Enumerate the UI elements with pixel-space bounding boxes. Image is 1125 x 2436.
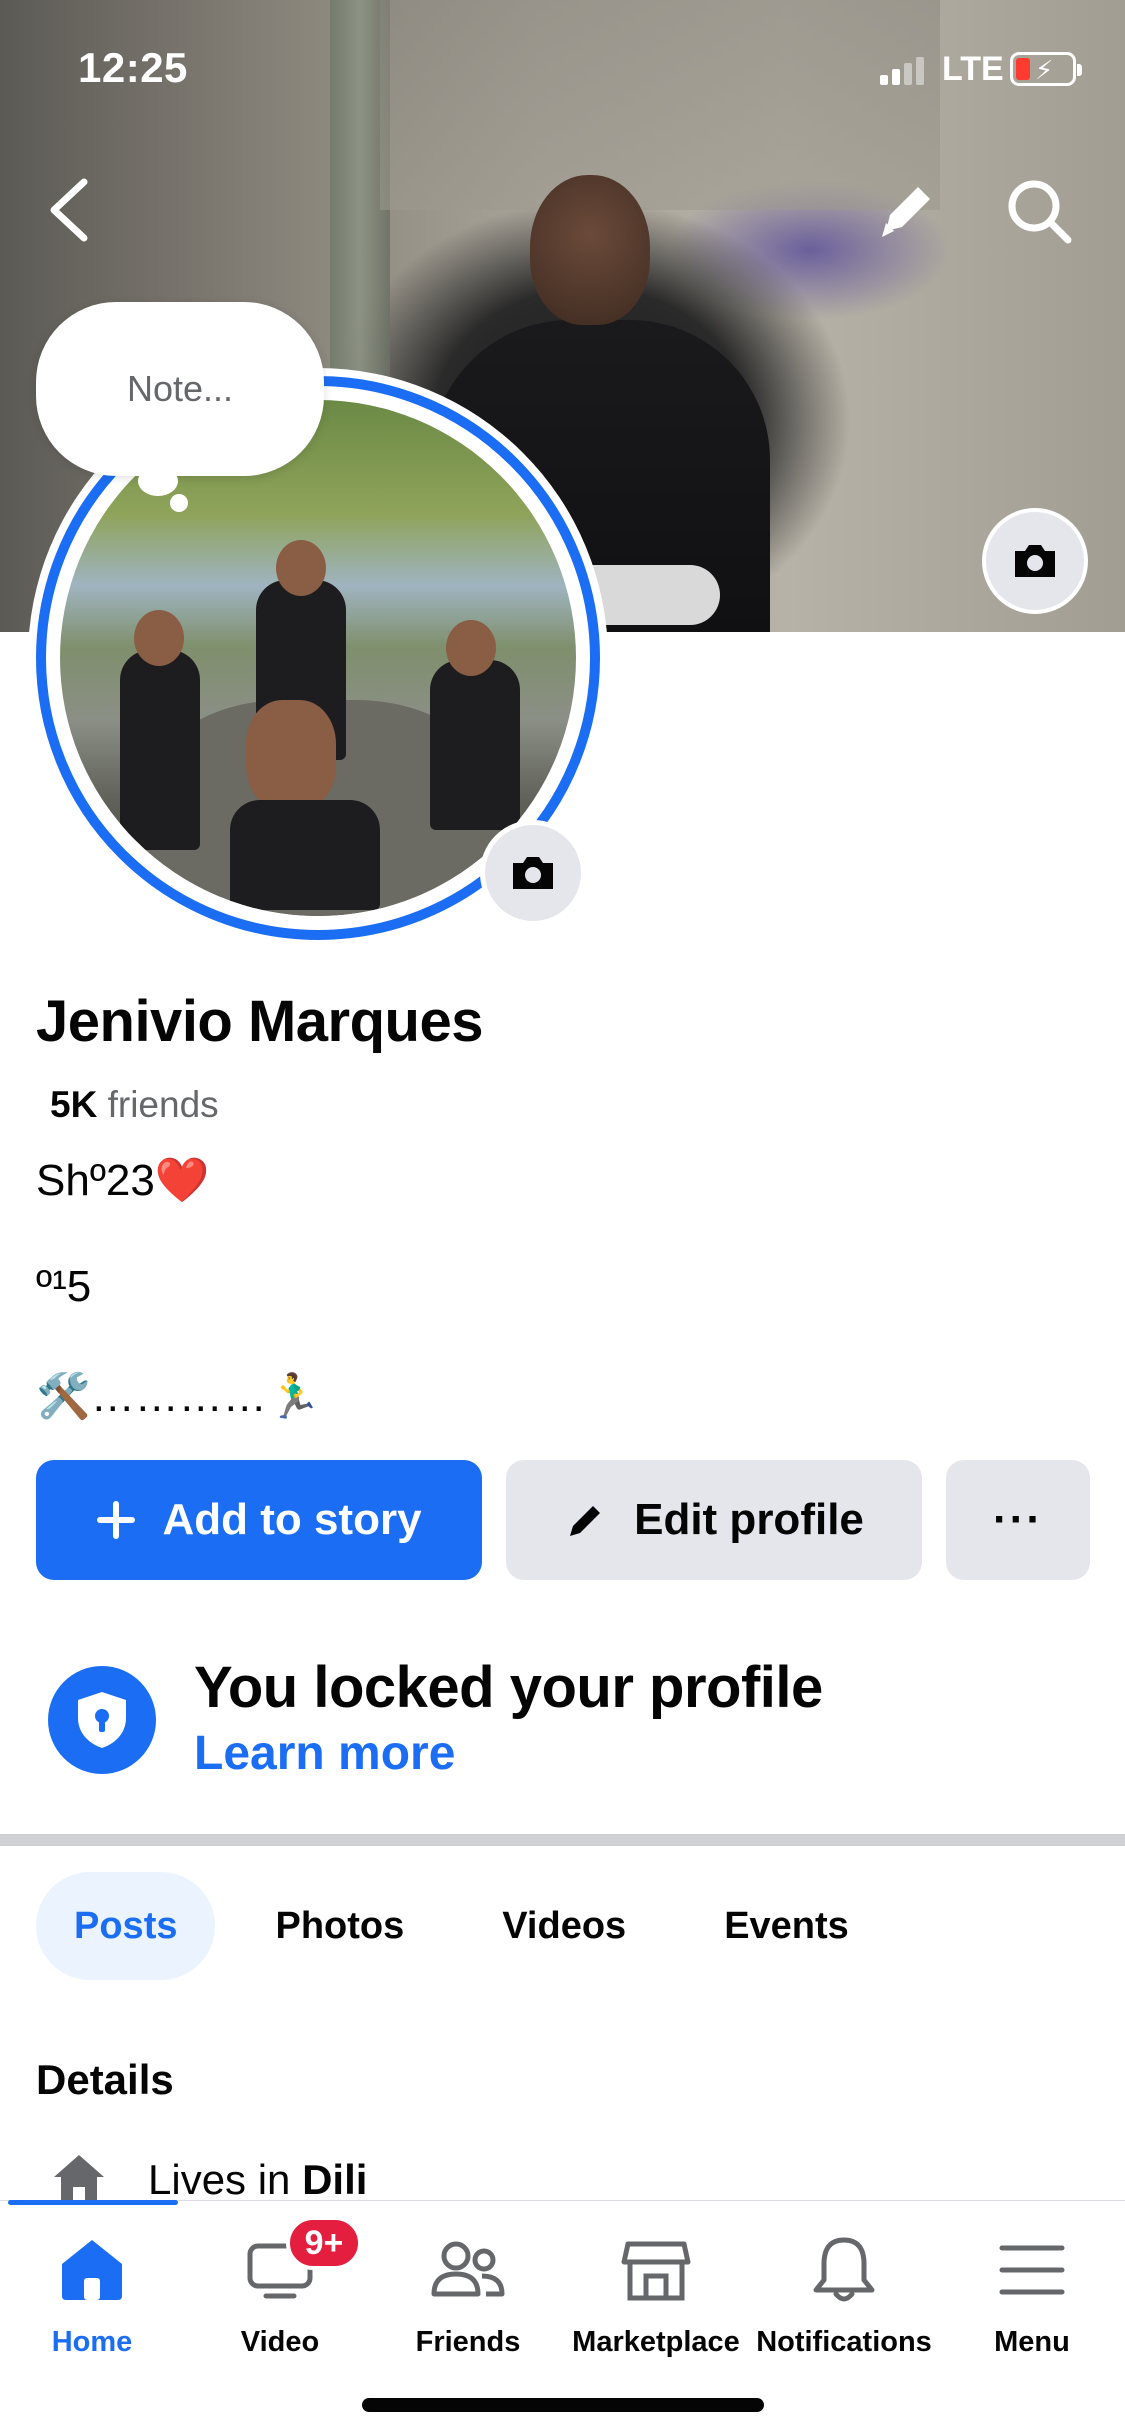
nav-notifications[interactable]: Notifications — [750, 2232, 938, 2362]
network-type: LTE — [942, 50, 1004, 88]
home-icon — [54, 2232, 130, 2308]
camera-icon — [513, 857, 553, 889]
profile-tabs: Posts Photos Videos Events — [36, 1872, 909, 1980]
chevron-left-icon — [50, 178, 88, 242]
nav-notifications-label: Notifications — [756, 2326, 932, 2358]
bio-line-3: 🛠️…………🏃‍♂️ — [36, 1372, 322, 1421]
tab-photos[interactable]: Photos — [237, 1872, 442, 1980]
add-to-story-label: Add to story — [162, 1495, 422, 1544]
tab-posts[interactable]: Posts — [36, 1872, 216, 1980]
learn-more-link[interactable]: Learn more — [194, 1726, 455, 1781]
signal-icon — [880, 55, 924, 85]
more-options-button[interactable]: ··· — [946, 1460, 1090, 1580]
add-to-story-button[interactable]: Add to story — [36, 1460, 482, 1580]
edit-profile-button[interactable]: Edit profile — [506, 1460, 922, 1580]
battery-icon: ⚡ — [1010, 52, 1082, 86]
pencil-icon — [882, 187, 930, 237]
lives-city[interactable]: Dili — [302, 2156, 367, 2203]
nav-video[interactable]: 9+ Video — [186, 2216, 374, 2362]
status-bar: 12:25 LTE ⚡ — [0, 0, 1125, 140]
nav-menu-label: Menu — [994, 2326, 1070, 2358]
edit-profile-label: Edit profile — [634, 1495, 864, 1544]
section-divider — [0, 1834, 1125, 1846]
cover-person-head — [530, 175, 650, 325]
note-placeholder: Note... — [126, 368, 234, 409]
video-icon: 9+ — [242, 2216, 362, 2308]
profile-name: Jenivio Marques — [36, 989, 483, 1054]
active-tab-indicator — [8, 2200, 178, 2205]
note-bubble-tail — [138, 466, 178, 496]
profile-camera-button[interactable] — [480, 820, 586, 926]
locked-profile-title: You locked your profile — [194, 1655, 823, 1720]
nav-menu[interactable]: Menu — [938, 2232, 1125, 2362]
bio-line-2: º¹5 — [36, 1262, 92, 1311]
home-indicator — [362, 2398, 764, 2412]
search-button[interactable] — [1000, 172, 1080, 252]
nav-marketplace[interactable]: Marketplace — [562, 2232, 750, 2362]
bio-line-1: Shº23❤️ — [36, 1156, 210, 1205]
details-heading: Details — [36, 2056, 174, 2103]
tab-videos[interactable]: Videos — [464, 1872, 664, 1980]
note-bubble-tail-dot — [170, 494, 188, 512]
tab-events[interactable]: Events — [686, 1872, 887, 1980]
menu-icon — [994, 2232, 1070, 2308]
search-icon — [1008, 180, 1072, 244]
nav-home-label: Home — [51, 2326, 133, 2358]
friends-icon — [430, 2232, 506, 2308]
camera-icon — [1015, 545, 1055, 577]
more-dots-icon: ··· — [993, 1495, 1043, 1544]
nav-friends-label: Friends — [415, 2326, 521, 2358]
nav-friends[interactable]: Friends — [374, 2232, 562, 2362]
marketplace-icon — [618, 2232, 694, 2308]
nav-home[interactable]: Home — [0, 2232, 186, 2362]
nav-video-label: Video — [240, 2326, 320, 2358]
video-badge: 9+ — [286, 2216, 362, 2270]
lives-prefix: Lives in — [148, 2156, 291, 2203]
note-bubble[interactable]: Note... — [36, 302, 324, 476]
cover-camera-button[interactable] — [982, 508, 1088, 614]
edit-button[interactable] — [872, 175, 942, 245]
pencil-icon — [564, 1498, 608, 1542]
lock-shield-icon — [48, 1666, 156, 1774]
back-button[interactable] — [40, 170, 100, 250]
friends-number: 5K — [50, 1084, 98, 1125]
friends-label: friends — [107, 1084, 219, 1125]
nav-marketplace-label: Marketplace — [572, 2326, 740, 2358]
status-time: 12:25 — [78, 44, 188, 91]
bell-icon — [806, 2232, 882, 2308]
plus-icon — [96, 1500, 136, 1540]
friends-count[interactable]: 5K friends — [50, 1084, 219, 1126]
